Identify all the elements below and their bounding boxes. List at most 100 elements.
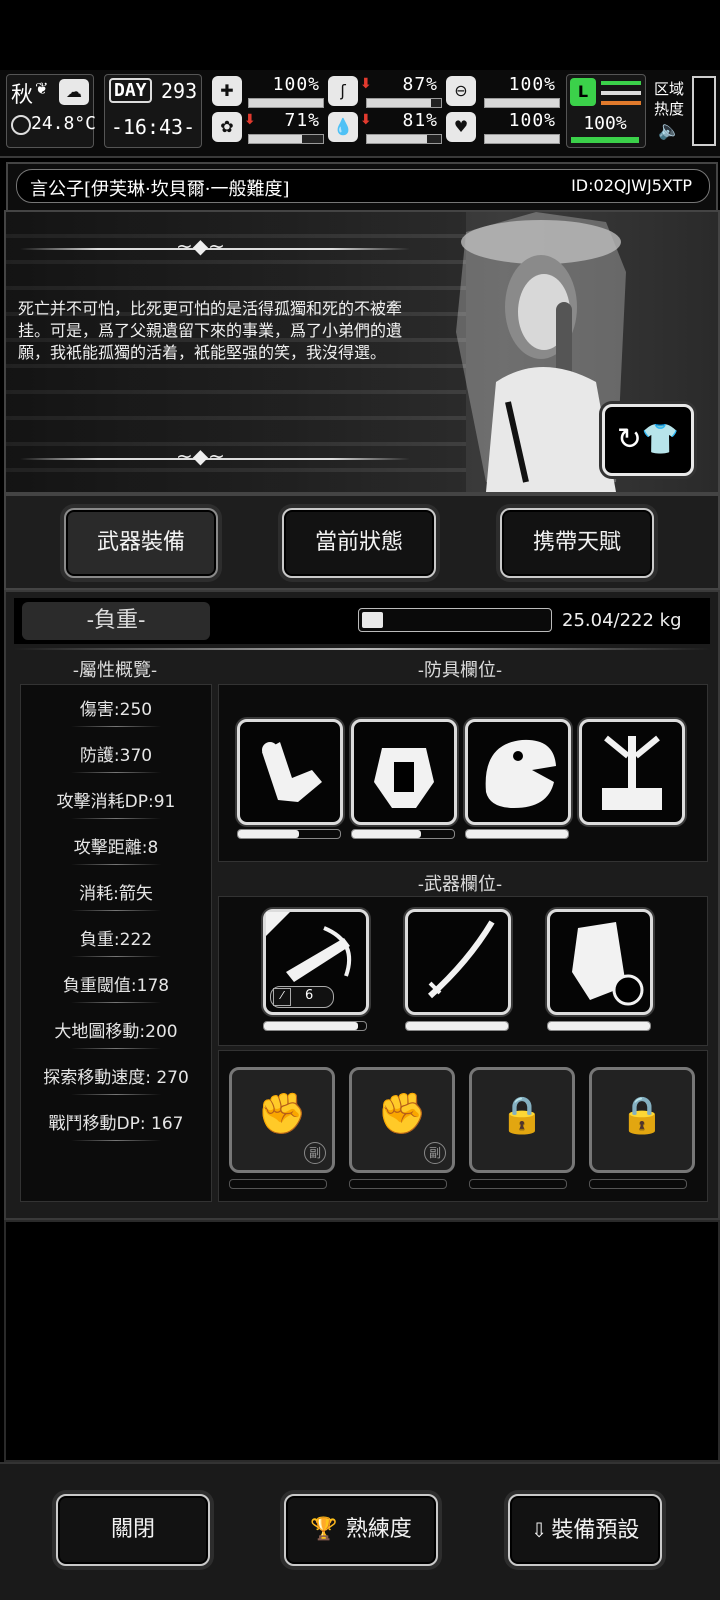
proficiency-label: 熟練度 [345, 1517, 412, 1542]
attr-explore-speed: 探索移動速度: 270 [21, 1063, 211, 1095]
sub-slot-1[interactable]: ✊ 副 [229, 1067, 335, 1173]
leg-line [601, 81, 641, 85]
armor-title: -防具欄位- [417, 660, 503, 681]
sub-slot-3-locked[interactable]: 🔒 [469, 1067, 575, 1173]
change-outfit-button[interactable]: ↻👕 [602, 404, 694, 476]
outfit-swap-icon: ↻👕 [616, 422, 680, 457]
arrow-icon: ⁄ [273, 988, 291, 1006]
sanity-value: 71% [284, 110, 320, 131]
armor-durability-bar [237, 829, 341, 839]
cloudy-sun-icon: ☁ [59, 79, 89, 105]
ammo-count: 6 [305, 988, 314, 1003]
tab-weapons-equipment[interactable]: 武器裝備 [64, 508, 218, 578]
padlock-icon: 🔒 [619, 1095, 665, 1136]
clock-panel: DAY 293 -16:43- [104, 74, 202, 148]
backpack-frame-icon [602, 735, 662, 810]
weapon-durability-bar [405, 1021, 509, 1031]
weapon-slots: ⁄ 6 [218, 896, 708, 1046]
armor-slot-chest[interactable] [351, 719, 457, 825]
thermometer-icon [11, 115, 31, 135]
attr-combat-dp: 戰鬥移動DP: 167 [21, 1109, 211, 1141]
leaf-icon: ❦ [35, 79, 49, 98]
sub-durability-bar [589, 1179, 687, 1189]
weight-label: -負重- [22, 602, 210, 640]
weight-divider [14, 648, 710, 650]
stamina-value: 100% [508, 74, 556, 95]
clock-time: -16:43- [110, 115, 196, 139]
sub-badge: 副 [424, 1142, 446, 1164]
speaker-icon[interactable]: 🔈 [658, 120, 680, 141]
day-label: DAY [109, 78, 152, 103]
equipment-panel: -負重- 25.04/222 kg -屬性概覽- 傷害:250 防護:370 攻… [4, 590, 720, 1220]
attr-load-threshold: 負重閾值:178 [21, 971, 211, 1003]
sub-slot-2[interactable]: ✊ 副 [349, 1067, 455, 1173]
character-header: 言公子[伊芙琳·坎貝爾·一般難度] ID:02QJWJ5XTP [6, 162, 718, 212]
ammo-counter: ⁄ 6 [270, 986, 334, 1008]
armored-arm-icon [262, 742, 322, 802]
leg-line [601, 101, 641, 105]
health-bar [248, 98, 324, 108]
thirst-bar [366, 134, 442, 144]
stomach-icon: ʃ [328, 76, 358, 106]
zone-heat-panel[interactable]: 区域 热度 🔈 [652, 74, 716, 146]
armor-slot-back[interactable] [579, 719, 685, 825]
weight-bar [358, 608, 552, 632]
weather-panel: 秋 ❦ ☁ 24.8°C [6, 74, 97, 148]
zone-label: 区域 [654, 80, 685, 98]
sub-slot-4-locked[interactable]: 🔒 [589, 1067, 695, 1173]
armor-slot-head[interactable] [465, 719, 571, 825]
close-button[interactable]: 關閉 [56, 1494, 210, 1566]
empty-content-area [4, 1220, 720, 1462]
equipment-preset-button[interactable]: ⇩ 裝備預設 [508, 1494, 662, 1566]
bottom-bar: 關閉 🏆 熟練度 ⇩ 裝備預設 [0, 1462, 720, 1600]
heart-icon: ♥ [446, 112, 476, 142]
tab-bar: 武器裝備 當前狀態 携帶天賦 [4, 494, 720, 590]
character-quote: 死亡并不可怕，比死更可怕的是活得孤獨和死的不被牽挂。可是，爲了父親遺留下來的事業… [18, 299, 403, 362]
thirst-value: 81% [402, 110, 438, 131]
temperature: 24.8°C [31, 113, 97, 134]
sanity-bar [248, 134, 324, 144]
sub-durability-bar [469, 1179, 567, 1189]
pill-icon: ⊖ [446, 76, 476, 106]
leg-bar [571, 137, 639, 143]
weapon-slot-primary[interactable]: ⁄ 6 [263, 909, 369, 1015]
season-label: 秋 [11, 83, 34, 108]
attr-consumable: 消耗:箭矢 [21, 879, 211, 911]
mood-value: 100% [508, 110, 556, 131]
proficiency-button[interactable]: 🏆 熟練度 [284, 1494, 438, 1566]
attr-attack-dp: 攻擊消耗DP:91 [21, 787, 211, 819]
weight-row: -負重- 25.04/222 kg [14, 598, 710, 644]
day-count: 293 [161, 79, 198, 103]
armor-slot-arms[interactable] [237, 719, 343, 825]
fist-icon: ✊ [377, 1091, 427, 1137]
attributes-list: 傷害:250 防護:370 攻擊消耗DP:91 攻擊距離:8 消耗:箭矢 負重:… [20, 684, 212, 1202]
leg-line [601, 91, 641, 95]
weapon-durability-bar [263, 1021, 367, 1031]
attributes-title: -屬性概覽- [72, 660, 158, 681]
portrait-panel: ~◆~ ~◆~ 死亡并不可怕，比死更可怕的是活得孤獨和死的不被牽挂。可是，爲了父… [4, 210, 720, 494]
leg-icon: L [570, 78, 596, 106]
dinosaur-head-icon [485, 739, 556, 808]
weapon-durability-bar [547, 1021, 651, 1031]
health-value: 100% [272, 74, 320, 95]
armor-durability-bar [351, 829, 455, 839]
padlock-icon: 🔒 [499, 1095, 545, 1136]
ornament-flourish-icon: ~◆~ [176, 234, 225, 258]
weapon-slot-shield[interactable] [547, 909, 653, 1015]
attr-map-movement: 大地圖移動:200 [21, 1017, 211, 1049]
sub-weapon-slots: ✊ 副 ✊ 副 🔒 🔒 [218, 1050, 708, 1202]
armor-durability-bar [465, 829, 569, 839]
weapon-slot-secondary[interactable] [405, 909, 511, 1015]
hunger-value: 87% [402, 74, 438, 95]
weight-text: 25.04/222 kg [562, 610, 682, 631]
riot-shield-icon [572, 922, 644, 1006]
sub-badge: 副 [304, 1142, 326, 1164]
attr-load: 負重:222 [21, 925, 211, 957]
attr-defense: 防護:370 [21, 741, 211, 773]
tab-current-status[interactable]: 當前狀態 [282, 508, 436, 578]
heat-meter [692, 76, 716, 146]
chest-armor-icon [374, 748, 434, 808]
weight-bar-fill [362, 612, 384, 628]
tab-carried-talents[interactable]: 携帶天賦 [500, 508, 654, 578]
sub-durability-bar [349, 1179, 447, 1189]
